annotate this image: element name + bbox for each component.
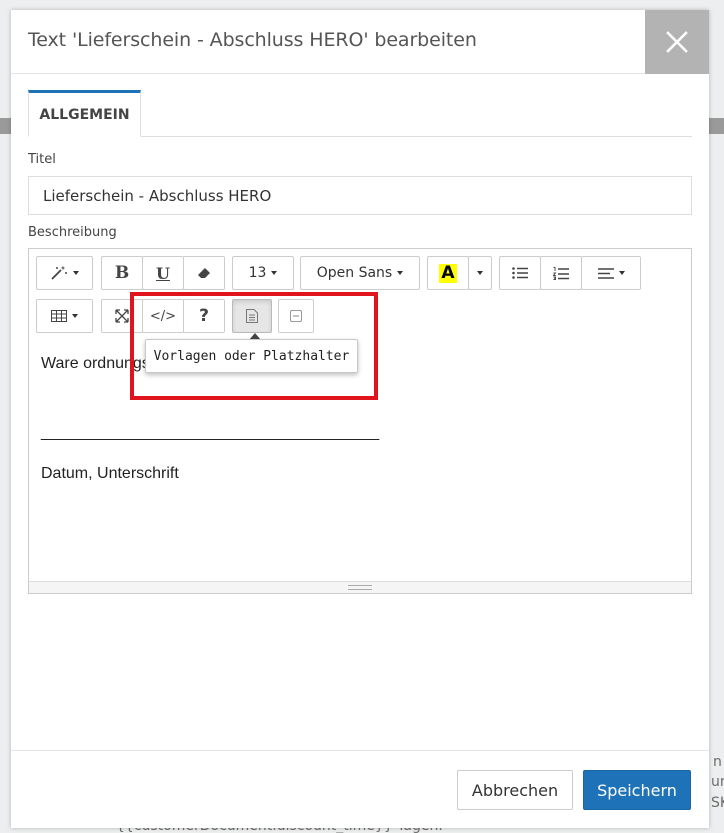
- font-size-value: 13: [248, 265, 267, 281]
- dialog-title: Text 'Lieferschein - Abschluss HERO' bea…: [28, 29, 477, 51]
- table-dropdown[interactable]: [36, 299, 93, 333]
- save-button[interactable]: Speichern: [583, 770, 691, 810]
- description-label: Beschreibung: [28, 225, 117, 240]
- chevron-down-icon: [477, 271, 483, 275]
- align-dropdown[interactable]: [581, 256, 641, 290]
- title-input[interactable]: [28, 176, 692, 215]
- tab-bar: ALLGEMEIN: [28, 90, 692, 137]
- color-dropdown-toggle[interactable]: [468, 256, 492, 290]
- close-button[interactable]: [645, 10, 709, 74]
- ordered-list-icon: [553, 266, 569, 280]
- background-text: un: [711, 774, 724, 790]
- style-button[interactable]: [36, 256, 93, 290]
- cancel-button[interactable]: Abbrechen: [457, 770, 573, 810]
- signature-line: ______________________________________: [41, 424, 380, 441]
- font-family-dropdown[interactable]: Open Sans: [300, 256, 420, 290]
- title-label: Titel: [28, 152, 56, 167]
- table-icon: [51, 310, 67, 322]
- unordered-list-icon: [512, 267, 528, 279]
- fullscreen-icon: [115, 309, 129, 323]
- dialog-footer: Abbrechen Speichern: [11, 750, 709, 828]
- background-text: SK: [711, 795, 724, 811]
- edit-text-dialog: Text 'Lieferschein - Abschluss HERO' bea…: [11, 10, 709, 828]
- background-text: n: [713, 754, 722, 770]
- editor-resize-bar[interactable]: [29, 581, 691, 593]
- align-icon: [597, 267, 614, 279]
- eraser-icon: [198, 268, 210, 278]
- remove-format-button[interactable]: [183, 256, 225, 290]
- font-size-dropdown[interactable]: 13: [232, 256, 294, 290]
- content-line: Datum, Unterschrift: [41, 465, 179, 482]
- magic-wand-icon: [51, 266, 67, 280]
- underline-button[interactable]: U: [142, 256, 184, 290]
- ordered-list-button[interactable]: [540, 256, 582, 290]
- tab-allgemein[interactable]: ALLGEMEIN: [28, 90, 141, 137]
- bold-button[interactable]: B: [101, 256, 143, 290]
- dialog-header: Text 'Lieferschein - Abschluss HERO' bea…: [11, 10, 709, 74]
- unordered-list-button[interactable]: [499, 256, 541, 290]
- text-color-letter: A: [439, 262, 457, 283]
- highlight-frame: [130, 292, 378, 400]
- text-color-button[interactable]: A: [427, 256, 469, 290]
- resize-grip-icon: [348, 585, 372, 590]
- font-family-value: Open Sans: [316, 265, 393, 281]
- close-icon: [666, 31, 688, 53]
